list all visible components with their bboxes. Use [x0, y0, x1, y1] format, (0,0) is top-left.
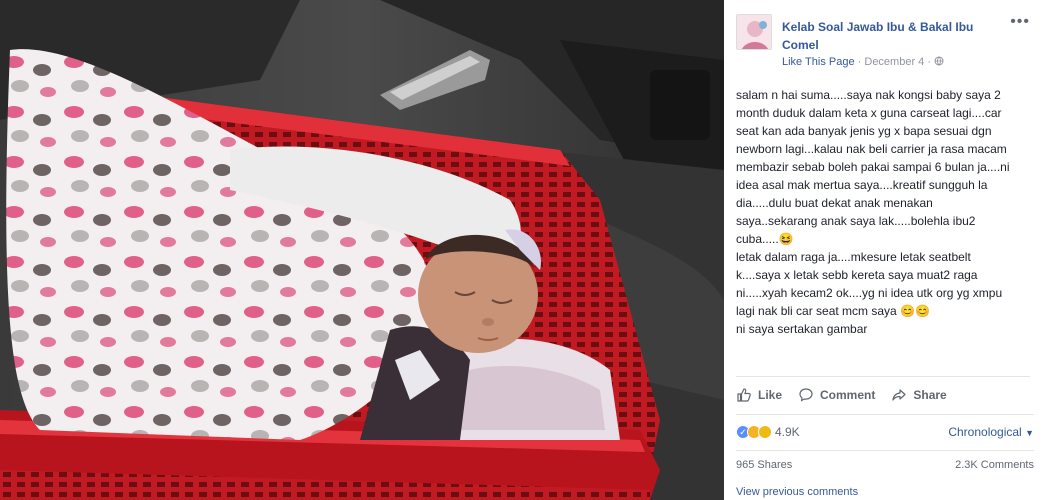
post-photo[interactable] [0, 0, 724, 500]
post-line: idea asal mak mertua saya....kreatif sun… [736, 178, 988, 192]
page-name-link[interactable]: Kelab Soal Jawab Ibu & Bakal Ibu Comel [782, 18, 1002, 54]
reaction-count[interactable]: 4.9K [775, 425, 800, 439]
post-line: ni.....xyah kecam2 ok....yg ni idea utk … [736, 286, 1003, 300]
share-label: Share [913, 387, 947, 402]
comment-button[interactable]: Comment [798, 387, 875, 403]
photo-viewer: Kelab Soal Jawab Ibu & Bakal Ibu Comel L… [0, 0, 1042, 500]
post-line: lagi nak bli car seat mcm saya 😊😊 [736, 304, 930, 318]
view-previous-comments-link[interactable]: View previous comments [736, 486, 858, 498]
share-arrow-icon [892, 388, 906, 401]
post-side-panel: Kelab Soal Jawab Ibu & Bakal Ibu Comel L… [724, 0, 1042, 500]
haha-reaction-icon [758, 424, 772, 439]
like-page-link[interactable]: Like This Page [782, 56, 855, 68]
share-button[interactable]: Share [891, 387, 947, 403]
page-avatar[interactable] [736, 14, 772, 50]
post-line: letak dalam raga ja....mkesure letak sea… [736, 250, 971, 264]
shares-count[interactable]: 965 Shares [736, 459, 792, 471]
reactions-summary: ✓ 4.9K Chronological ▼ [736, 414, 1034, 448]
like-label: Like [758, 387, 783, 402]
globe-icon [934, 56, 944, 68]
post-header: Kelab Soal Jawab Ibu & Bakal Ibu Comel L… [736, 14, 1034, 74]
post-line: salam n hai suma.....saya nak kongsi bab… [736, 88, 1001, 102]
post-line: saya..sekarang anak saya lak.....bolehla… [736, 214, 976, 228]
post-line: dia.....dulu buat dekat anak menakan [736, 196, 933, 210]
post-line: month duduk dalam keta x guna carseat la… [736, 106, 1002, 120]
post-meta: Like This Page · December 4 · [782, 56, 944, 68]
more-options-icon[interactable]: ••• [1010, 14, 1030, 30]
post-line: seat kan ada banyak jenis yg x bapa sesu… [736, 124, 992, 138]
comments-count[interactable]: 2.3K Comments [955, 459, 1034, 471]
post-line: ni saya sertakan gambar [736, 322, 868, 336]
post-line: cuba.....😆 [736, 232, 794, 246]
post-line: newborn lagi...kalau nak beli carrier ja… [736, 142, 1007, 156]
caret-down-icon: ▼ [1025, 427, 1034, 438]
post-line: k....saya x letak sebb kereta saya muat2… [736, 268, 978, 282]
meta-separator: · [857, 56, 862, 68]
comment-sort-dropdown[interactable]: Chronological ▼ [948, 425, 1034, 439]
share-comment-counts: 965 Shares 2.3K Comments [736, 450, 1034, 478]
post-line: membazir sebab boleh pakai sampai 6 bula… [736, 160, 1010, 174]
post-actions: Like Comment Share [736, 376, 1030, 412]
like-button[interactable]: Like [736, 387, 782, 403]
meta-separator: · [927, 56, 932, 68]
post-body: salam n hai suma.....saya nak kongsi bab… [736, 86, 1034, 338]
sort-label: Chronological [948, 424, 1022, 439]
thumbs-up-icon [737, 387, 751, 402]
post-date[interactable]: December 4 [864, 56, 924, 68]
reaction-icons[interactable]: ✓ [736, 424, 772, 439]
baby-in-basket-image [0, 0, 724, 500]
comment-icon [799, 387, 813, 402]
comment-label: Comment [820, 387, 876, 402]
